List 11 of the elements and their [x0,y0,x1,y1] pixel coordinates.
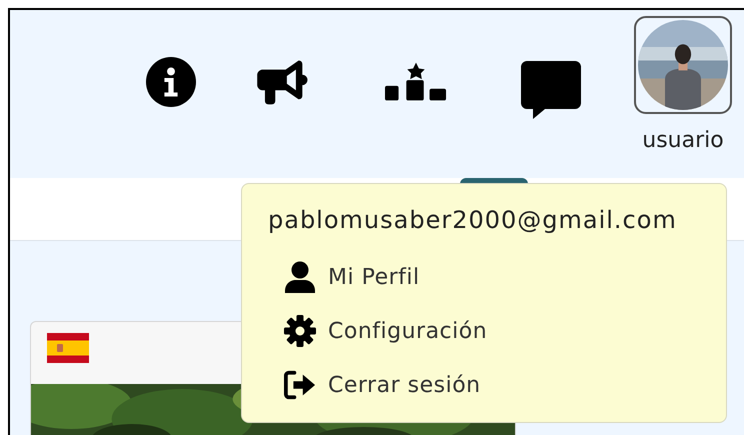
person-icon [285,261,315,293]
info-icon[interactable] [146,57,196,107]
username-label: usuario [642,128,724,153]
menu-item[interactable]: Mi Perfil [268,250,426,304]
menu-item[interactable]: Configuración [268,304,494,358]
flag-icon [47,333,89,363]
email-label: pablomusaber2000@gmail.com [268,206,678,234]
chat-icon[interactable] [521,61,581,119]
exit-icon [284,370,316,400]
menu-item[interactable]: Cerrar sesión [268,358,487,412]
megaphone-icon[interactable] [257,58,309,106]
